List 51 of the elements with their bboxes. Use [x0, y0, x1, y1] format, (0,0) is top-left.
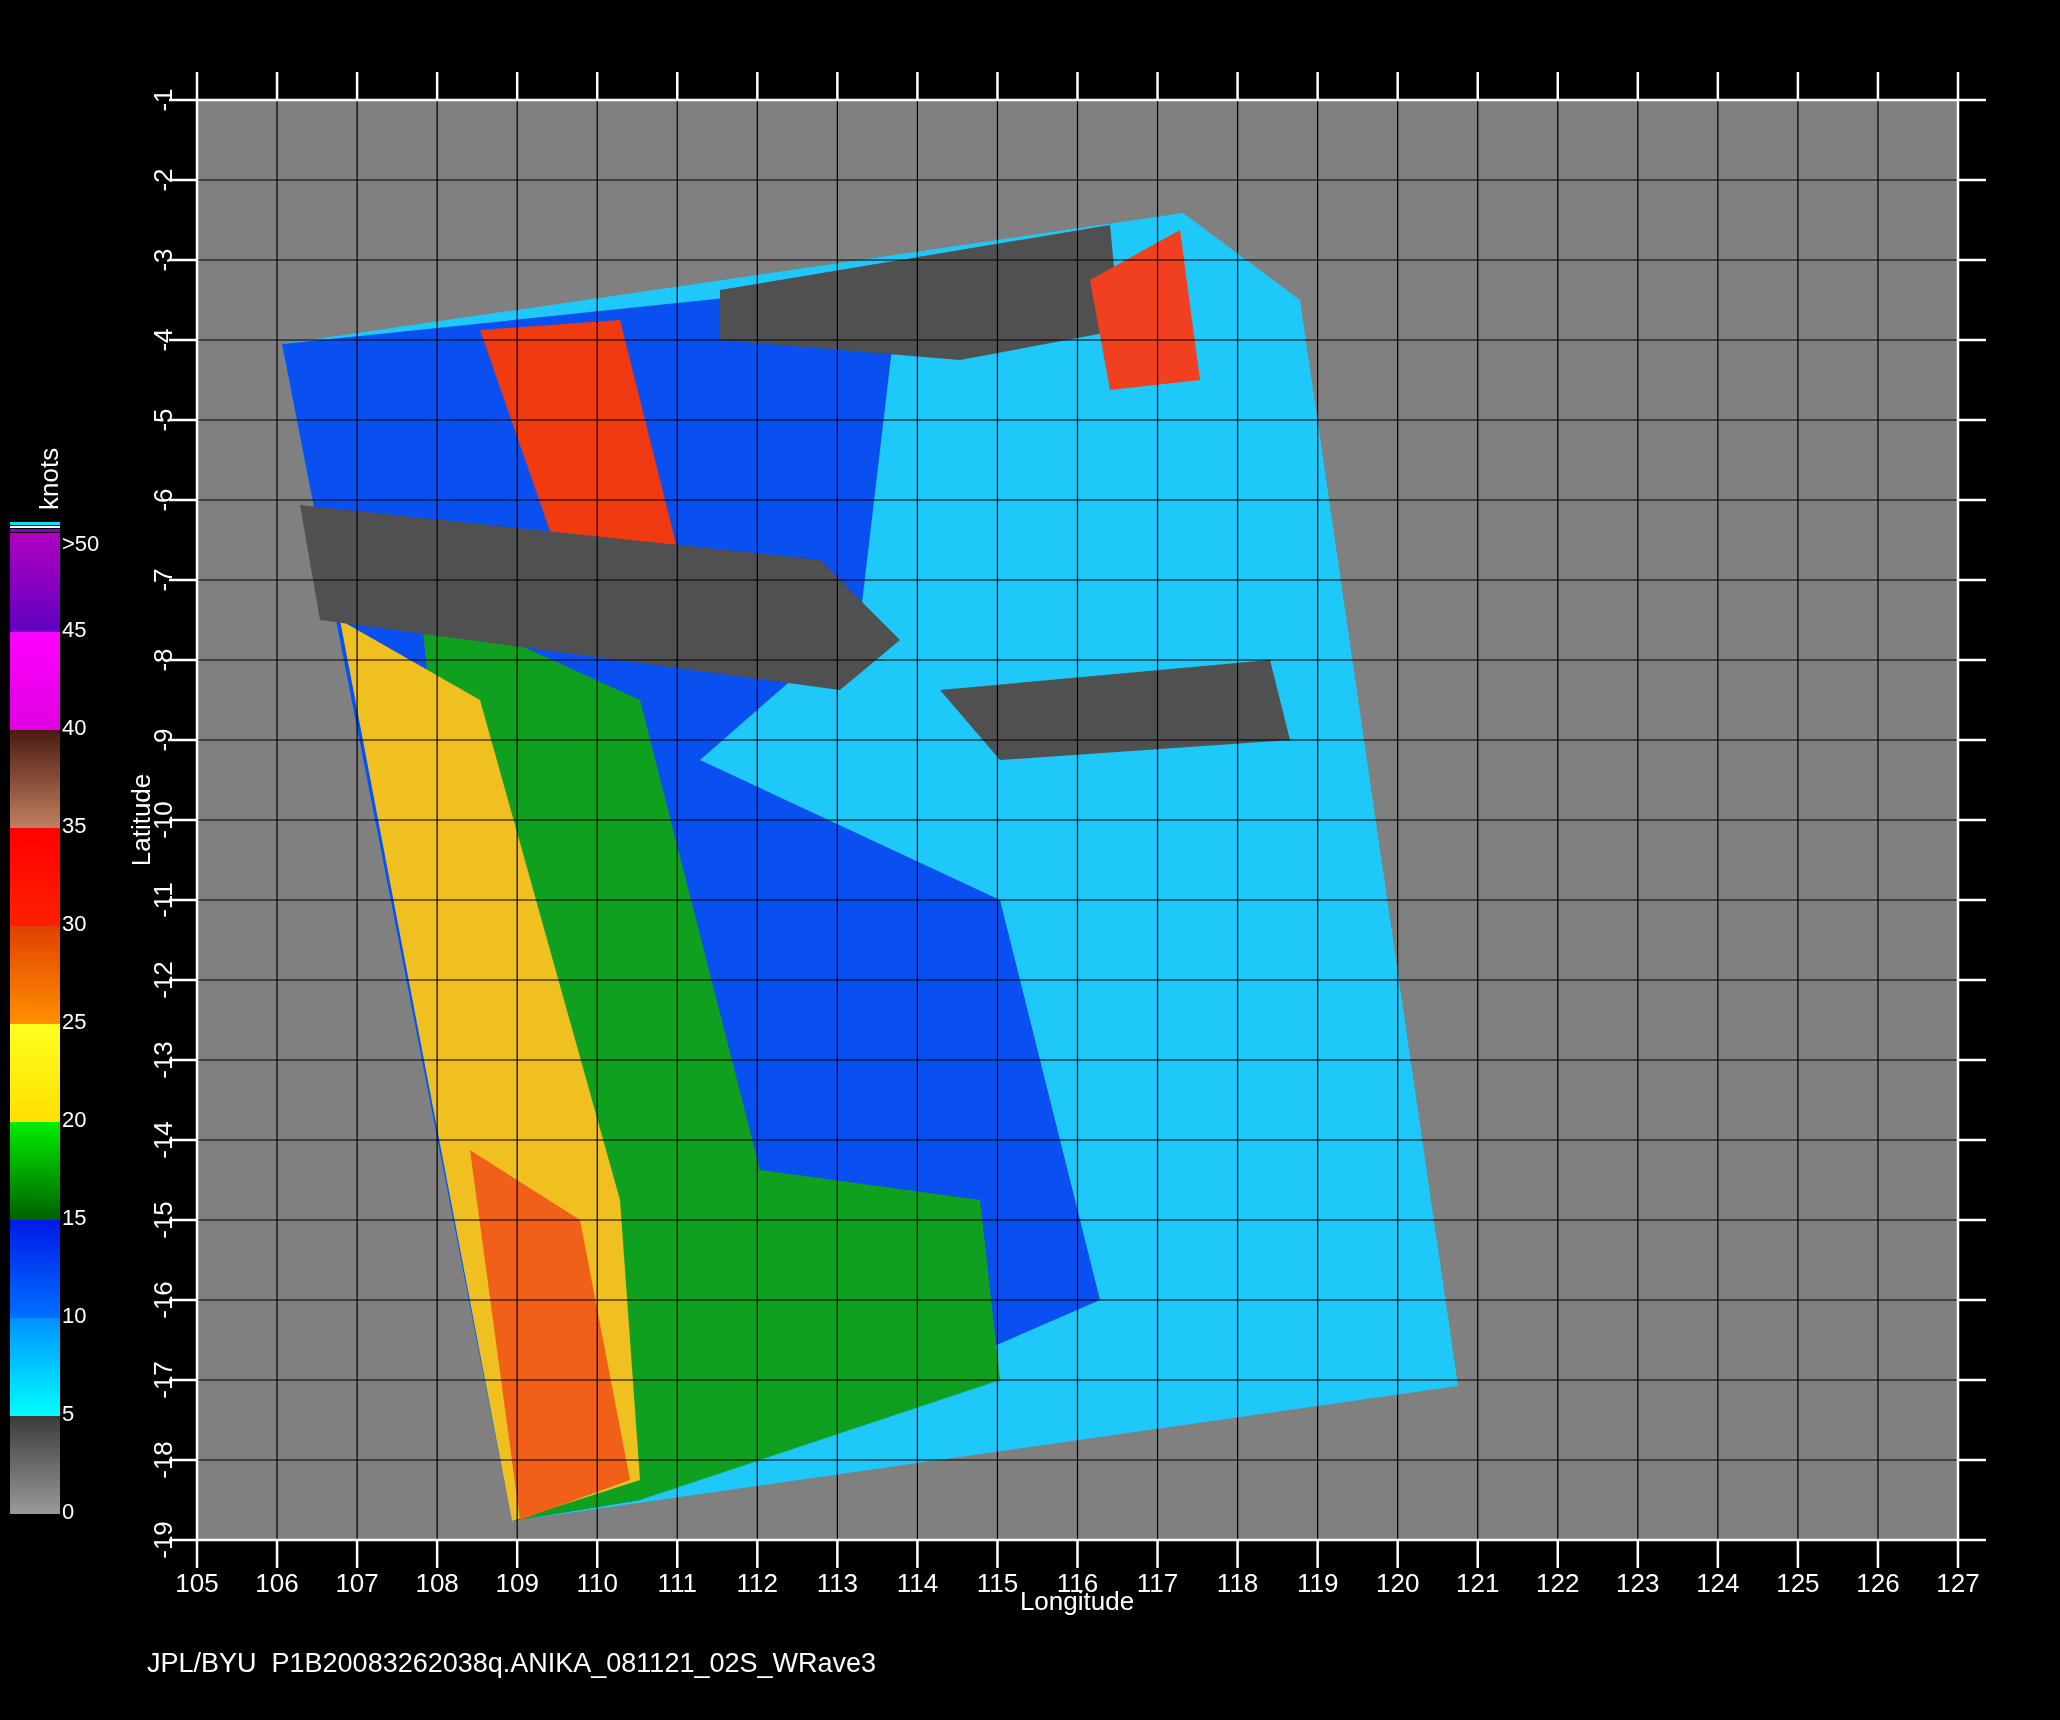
tick-label: 122	[1536, 1568, 1580, 1598]
colorbar-label: 25	[62, 1009, 87, 1034]
colorbar-label: >50	[62, 531, 100, 556]
tick-label: 120	[1376, 1568, 1420, 1598]
tick-label: -14	[148, 1121, 178, 1159]
tick-label: -16	[148, 1281, 178, 1319]
tick-label: -12	[148, 961, 178, 999]
tick-label: 110	[576, 1568, 618, 1598]
colorbar-label: 35	[62, 813, 87, 838]
colorbar-label: 15	[62, 1205, 87, 1230]
tick-label: 114	[896, 1568, 939, 1598]
colorbar-label: 5	[62, 1401, 75, 1426]
tick-label: -6	[148, 488, 178, 512]
tick-label: 124	[1696, 1568, 1740, 1598]
tick-label: 117	[1136, 1568, 1179, 1598]
colorbar-label: 30	[62, 911, 87, 936]
colorbar-unit: knots	[34, 447, 64, 510]
tick-label: -11	[148, 882, 178, 918]
tick-label: -5	[148, 408, 178, 432]
tick-label: 119	[1296, 1568, 1339, 1598]
tick-label: 113	[816, 1568, 859, 1598]
tick-label: -15	[148, 1201, 178, 1239]
colorbar-label: 20	[62, 1107, 87, 1132]
tick-label: -7	[148, 568, 178, 592]
tick-label: 105	[175, 1568, 219, 1598]
tick-label: -18	[148, 1441, 178, 1479]
tick-label: -13	[148, 1041, 178, 1079]
tick-label: 111	[657, 1568, 698, 1598]
tick-label: -17	[148, 1361, 178, 1399]
tick-label: 115	[976, 1568, 1019, 1598]
colorbar-label: 45	[62, 617, 87, 642]
tick-label: 118	[1216, 1568, 1259, 1598]
tick-label: -8	[148, 648, 178, 672]
footer-caption: JPL/BYU P1B20083262038q.ANIKA_081121_02S_WRave3	[147, 1648, 876, 1678]
tick-label: 121	[1456, 1568, 1500, 1598]
colorbar-label: 10	[62, 1303, 87, 1328]
tick-label: -9	[148, 728, 178, 752]
tick-label: 127	[1936, 1568, 1980, 1598]
tick-label: -19	[148, 1521, 178, 1559]
tick-label: 126	[1856, 1568, 1900, 1598]
tick-label: -4	[148, 328, 178, 352]
tick-label: 123	[1616, 1568, 1660, 1598]
tick-label: 108	[415, 1568, 459, 1598]
colorbar-label: 0	[62, 1499, 75, 1524]
tick-label: 109	[495, 1568, 539, 1598]
tick-label: 106	[255, 1568, 299, 1598]
tick-label: -3	[148, 248, 178, 272]
tick-label: 107	[335, 1568, 379, 1598]
colorbar-label: 40	[62, 715, 87, 740]
tick-label: 125	[1776, 1568, 1820, 1598]
tick-label: 112	[736, 1568, 779, 1598]
